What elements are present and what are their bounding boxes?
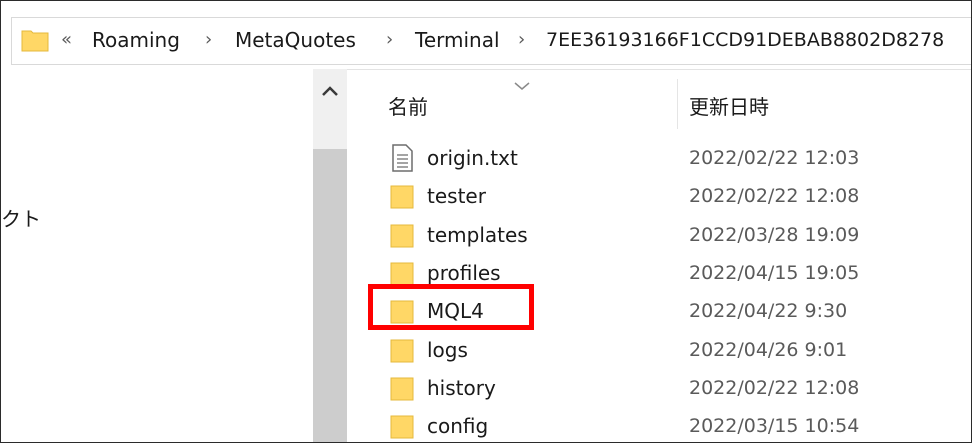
- file-date: 2022/04/26 9:01: [689, 339, 848, 361]
- folder-icon: [390, 377, 414, 401]
- nav-scrollbar[interactable]: [313, 69, 347, 442]
- address-bar: « Roaming › MetaQuotes › Terminal › 7EE3…: [1, 1, 971, 70]
- file-date: 2022/03/15 10:54: [689, 415, 860, 437]
- file-name: logs: [427, 338, 468, 362]
- nav-item-partial[interactable]: クト: [1, 203, 41, 232]
- breadcrumb-separator[interactable]: ›: [386, 27, 393, 53]
- breadcrumb-roaming[interactable]: Roaming: [92, 27, 180, 53]
- overflow-chevrons-icon[interactable]: «: [61, 27, 72, 53]
- file-date: 2022/02/22 12:08: [689, 377, 860, 399]
- breadcrumb-terminal-id[interactable]: 7EE36193166F1CCD91DEBAB8802D8278: [546, 27, 944, 53]
- file-name: profiles: [427, 261, 501, 285]
- text-file-icon: [392, 144, 413, 172]
- file-row-config[interactable]: config 2022/03/15 10:54: [361, 407, 971, 442]
- file-explorer-window: « Roaming › MetaQuotes › Terminal › 7EE3…: [0, 0, 972, 443]
- file-name: history: [427, 376, 496, 400]
- folder-icon: [390, 262, 414, 286]
- folder-icon: [390, 339, 414, 363]
- file-date: 2022/02/22 12:08: [689, 185, 860, 207]
- file-row-tester[interactable]: tester 2022/02/22 12:08: [361, 177, 971, 215]
- highlight-annotation-box: [368, 284, 534, 330]
- navigation-pane: クト: [1, 69, 313, 442]
- file-name: tester: [427, 184, 486, 208]
- scroll-up-button[interactable]: [313, 69, 347, 115]
- folder-icon: [390, 224, 414, 248]
- scroll-thumb[interactable]: [313, 149, 347, 442]
- file-name: origin.txt: [427, 146, 518, 170]
- file-row-templates[interactable]: templates 2022/03/28 19:09: [361, 216, 971, 254]
- file-name: config: [427, 414, 489, 438]
- breadcrumb-terminal[interactable]: Terminal: [415, 27, 500, 53]
- file-row-origin-txt[interactable]: origin.txt 2022/02/22 12:03: [361, 139, 971, 177]
- file-name: templates: [427, 223, 528, 247]
- chevron-up-icon: [322, 86, 338, 96]
- breadcrumb-separator[interactable]: ›: [518, 27, 525, 53]
- folder-icon: [390, 415, 414, 439]
- folder-icon: [21, 30, 49, 52]
- sort-chevron-icon[interactable]: [513, 81, 531, 91]
- file-row-history[interactable]: history 2022/02/22 12:08: [361, 369, 971, 407]
- file-date: 2022/04/15 19:05: [689, 262, 860, 284]
- folder-icon: [390, 185, 414, 209]
- breadcrumb-separator[interactable]: ›: [205, 27, 212, 53]
- column-header-name[interactable]: 名前: [388, 91, 428, 120]
- file-date: 2022/03/28 19:09: [689, 224, 860, 246]
- file-date: 2022/02/22 12:03: [689, 147, 860, 169]
- file-row-logs[interactable]: logs 2022/04/26 9:01: [361, 331, 971, 369]
- file-date: 2022/04/22 9:30: [689, 300, 848, 322]
- column-divider[interactable]: [677, 79, 678, 129]
- breadcrumb-metaquotes[interactable]: MetaQuotes: [235, 27, 356, 53]
- column-header-date[interactable]: 更新日時: [689, 91, 769, 120]
